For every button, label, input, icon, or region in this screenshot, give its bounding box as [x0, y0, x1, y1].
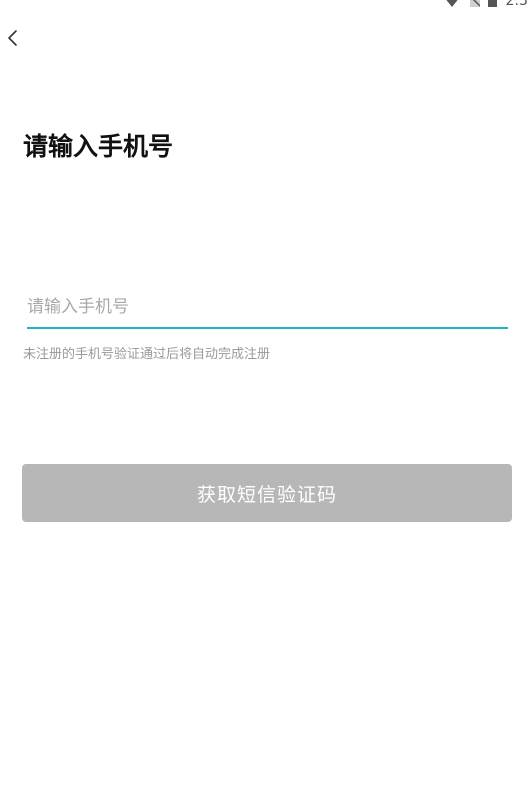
back-button[interactable] — [0, 24, 32, 56]
status-time: 2:5 — [505, 0, 528, 9]
page-title: 请输入手机号 — [23, 132, 174, 161]
phone-input[interactable] — [27, 283, 508, 327]
wifi-icon — [444, 0, 460, 11]
phone-field — [27, 283, 508, 329]
chevron-left-icon — [6, 29, 18, 51]
no-sim-icon — [468, 0, 481, 11]
register-hint: 未注册的手机号验证通过后将自动完成注册 — [23, 347, 271, 362]
login-screen: 2:5 请输入手机号 未注册的手机号验证通过后将自动完成注册 获取短信验证码 — [0, 0, 528, 811]
status-icons: 2:5 — [444, 0, 528, 8]
get-sms-code-button[interactable]: 获取短信验证码 — [22, 464, 512, 522]
battery-icon — [488, 0, 498, 11]
status-bar: 2:5 — [0, 0, 528, 14]
